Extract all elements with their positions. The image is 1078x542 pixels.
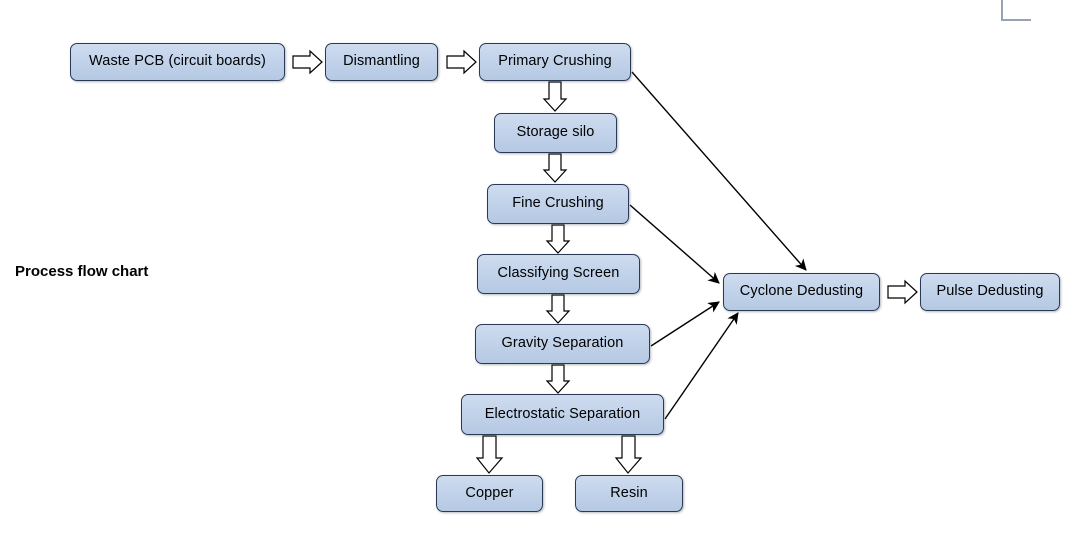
- node-label: Copper: [465, 484, 514, 501]
- block-arrow-electrostatic-to-copper: [475, 435, 504, 474]
- block-arrow-storage-to-fine: [542, 153, 568, 183]
- node-pulse-dedusting[interactable]: Pulse Dedusting: [920, 273, 1060, 311]
- node-label: Classifying Screen: [497, 265, 620, 282]
- line-arrow-electrostatic-to-cyclone: [664, 312, 739, 420]
- node-copper[interactable]: Copper: [436, 475, 543, 512]
- node-label: Electrostatic Separation: [484, 405, 641, 422]
- block-arrow-primary-to-storage: [542, 81, 568, 112]
- block-arrow-electrostatic-to-resin: [614, 435, 643, 474]
- node-label: Cyclone Dedusting: [739, 283, 864, 300]
- node-label: Gravity Separation: [501, 335, 624, 352]
- block-arrow-fine-to-classifying: [545, 224, 571, 254]
- page-title: Process flow chart: [15, 263, 149, 280]
- node-label: Resin: [610, 484, 648, 501]
- node-electrostatic-separation[interactable]: Electrostatic Separation: [461, 394, 664, 435]
- node-label: Fine Crushing: [512, 195, 604, 212]
- node-waste-pcb[interactable]: Waste PCB (circuit boards): [70, 43, 285, 81]
- node-storage-silo[interactable]: Storage silo: [494, 113, 617, 153]
- line-arrow-fine-to-cyclone: [629, 204, 720, 284]
- flowchart-canvas: Process flow chart Waste PCB (circuit bo…: [0, 0, 1078, 542]
- node-label: Pulse Dedusting: [936, 283, 1044, 300]
- node-label: Dismantling: [343, 53, 420, 70]
- node-fine-crushing[interactable]: Fine Crushing: [487, 184, 629, 224]
- block-arrow-cyclone-to-pulse: [887, 279, 918, 305]
- node-resin[interactable]: Resin: [575, 475, 683, 512]
- node-gravity-separation[interactable]: Gravity Separation: [475, 324, 650, 364]
- block-arrow-waste-to-dismantling: [292, 49, 323, 75]
- line-arrow-gravity-to-cyclone: [650, 301, 720, 347]
- node-label: Primary Crushing: [498, 53, 612, 70]
- block-arrow-dismantling-to-primary: [446, 49, 477, 75]
- crop-mark-corner: [1001, 0, 1031, 21]
- node-classifying-screen[interactable]: Classifying Screen: [477, 254, 640, 294]
- node-primary-crushing[interactable]: Primary Crushing: [479, 43, 631, 81]
- line-arrow-primary-to-cyclone: [631, 71, 807, 271]
- node-cyclone-dedusting[interactable]: Cyclone Dedusting: [723, 273, 880, 311]
- node-label: Waste PCB (circuit boards): [89, 53, 266, 70]
- block-arrow-classifying-to-gravity: [545, 294, 571, 324]
- node-dismantling[interactable]: Dismantling: [325, 43, 438, 81]
- block-arrow-gravity-to-electrostatic: [545, 364, 571, 394]
- node-label: Storage silo: [516, 124, 595, 141]
